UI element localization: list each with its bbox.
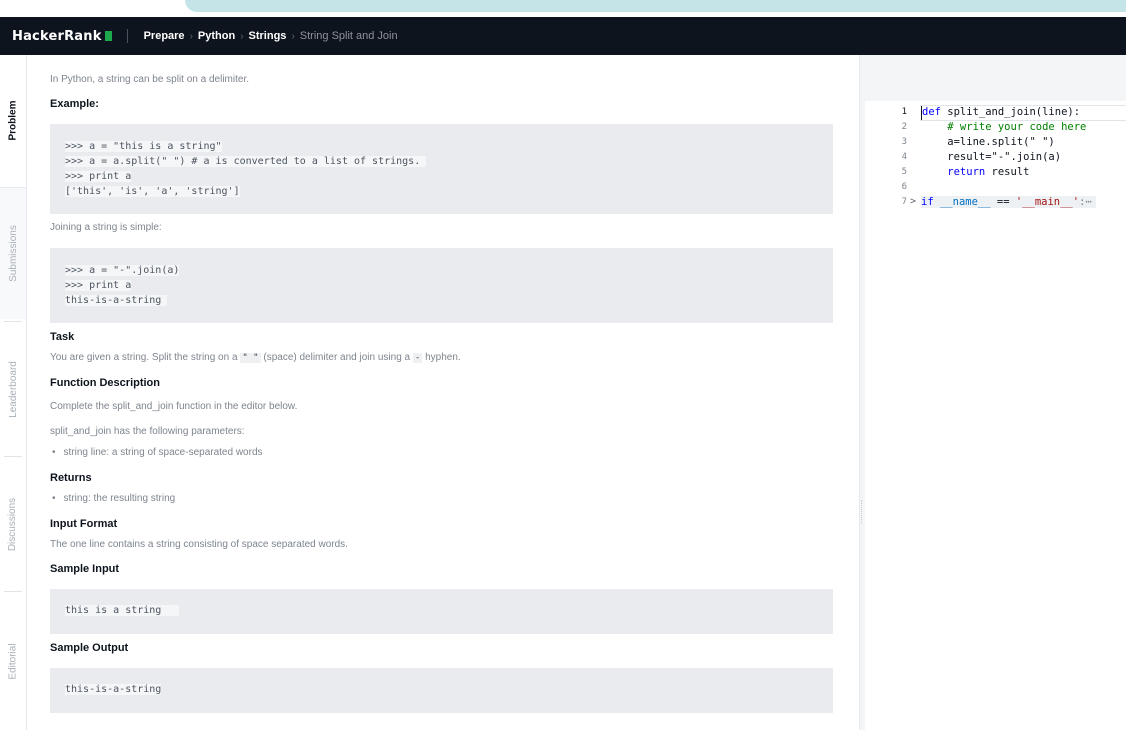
tab-divider — [4, 456, 22, 457]
tab-leaderboard[interactable]: Leaderboard — [0, 323, 26, 455]
code-line-4[interactable]: result="-".join(a) — [922, 151, 1061, 163]
hackerrank-logo[interactable]: HackerRank — [12, 29, 112, 44]
task-text: You are given a string. Split the string… — [50, 352, 461, 363]
line-number: 2 — [901, 122, 907, 132]
sample-input-block: this is a string — [50, 589, 833, 634]
parameter-bullet: string line: a string of space-separated… — [52, 447, 263, 458]
inline-code: - — [412, 353, 423, 363]
browser-top-strip — [0, 0, 1126, 17]
task-text-part: (space) delimiter and join using a — [263, 352, 411, 363]
grip-icon — [861, 500, 863, 524]
tab-submissions-label: Submissions — [7, 225, 19, 282]
tab-divider — [4, 321, 22, 322]
chevron-right-icon: › — [240, 30, 244, 42]
chevron-right-icon[interactable]: > — [910, 196, 916, 207]
function-description-text: Complete the split_and_join function in … — [50, 401, 298, 412]
parameters-text: split_and_join has the following paramet… — [50, 426, 245, 437]
example-code-block: >>> a = "this is a string" >>> a = a.spl… — [50, 124, 833, 214]
sample-output-block: this-is-a-string — [50, 668, 833, 713]
inline-code: " " — [240, 353, 261, 363]
join-code-block: >>> a = "-".join(a) >>> print a this-is-… — [50, 248, 833, 323]
breadcrumb-python[interactable]: Python — [198, 30, 235, 42]
breadcrumb-strings[interactable]: Strings — [249, 30, 287, 42]
code-line: >>> a = "this is a string" — [65, 141, 222, 152]
breadcrumb-prepare[interactable]: Prepare — [144, 30, 185, 42]
line-number: 1 — [901, 107, 907, 117]
tab-submissions[interactable]: Submissions — [0, 187, 26, 319]
code-line: this-is-a-string — [65, 295, 168, 306]
code-line: this is a string — [65, 605, 180, 616]
code-line: >>> print a — [65, 280, 132, 291]
breadcrumb-current-page: String Split and Join — [299, 30, 398, 42]
tab-problem[interactable]: Problem — [0, 55, 26, 185]
code-line-2[interactable]: # write your code here — [922, 121, 1086, 133]
task-text-part: hyphen. — [425, 352, 461, 363]
code-line: ['this', 'is', 'a', 'string'] — [65, 186, 240, 197]
join-text: Joining a string is simple: — [50, 222, 162, 233]
nav-separator — [126, 29, 128, 43]
returns-heading: Returns — [50, 472, 92, 484]
code-editor[interactable]: 1 2 3 4 5 6 7 def split_and_join(line): … — [865, 55, 1126, 730]
line-number: 7 — [901, 197, 907, 207]
tab-divider — [4, 591, 22, 592]
code-line-7-folded[interactable]: if __name__ == '__main__':⋯ — [921, 196, 1096, 208]
code-line: >>> a = "-".join(a) — [65, 265, 180, 276]
task-text-part: You are given a string. Split the string… — [50, 352, 238, 363]
top-navbar: HackerRank Prepare › Python › Strings › … — [0, 17, 1126, 55]
browser-tab-bar — [185, 0, 1126, 12]
example-heading: Example: — [50, 98, 99, 110]
problem-statement-panel: In Python, a string can be split on a de… — [28, 55, 859, 730]
tab-editorial[interactable]: Editorial — [0, 593, 26, 730]
tab-leaderboard-label: Leaderboard — [7, 360, 19, 418]
text-cursor — [921, 106, 922, 120]
returns-bullet: string: the resulting string — [52, 493, 176, 504]
tab-problem-label: Problem — [7, 99, 19, 141]
line-number: 6 — [901, 182, 907, 192]
code-line: >>> print a — [65, 171, 132, 182]
tab-editorial-label: Editorial — [7, 643, 19, 680]
task-heading: Task — [50, 331, 75, 343]
tab-discussions-label: Discussions — [7, 497, 19, 551]
sample-input-heading: Sample Input — [50, 563, 120, 575]
editor-toolbar — [865, 55, 1126, 101]
logo-mark-icon — [104, 31, 112, 41]
code-line-1[interactable]: def split_and_join(line): — [922, 106, 1080, 118]
line-number: 3 — [901, 137, 907, 147]
line-number: 4 — [901, 152, 907, 162]
code-line: >>> a = a.split(" ") # a is converted to… — [65, 156, 427, 167]
function-description-heading: Function Description — [50, 377, 160, 389]
intro-text: In Python, a string can be split on a de… — [50, 74, 249, 85]
code-line: this-is-a-string — [65, 684, 162, 695]
input-format-heading: Input Format — [50, 518, 118, 530]
chevron-right-icon: › — [291, 30, 295, 42]
logo-text: HackerRank — [12, 28, 102, 44]
line-number: 5 — [901, 167, 907, 177]
code-line-5[interactable]: return result — [922, 166, 1029, 178]
tab-discussions[interactable]: Discussions — [0, 458, 26, 590]
chevron-right-icon: › — [189, 30, 193, 42]
input-format-text: The one line contains a string consistin… — [50, 539, 348, 550]
code-line-3[interactable]: a=line.split(" ") — [922, 136, 1054, 148]
side-tabs: Problem Submissions Leaderboard Discussi… — [0, 55, 27, 730]
sample-output-heading: Sample Output — [50, 642, 129, 654]
